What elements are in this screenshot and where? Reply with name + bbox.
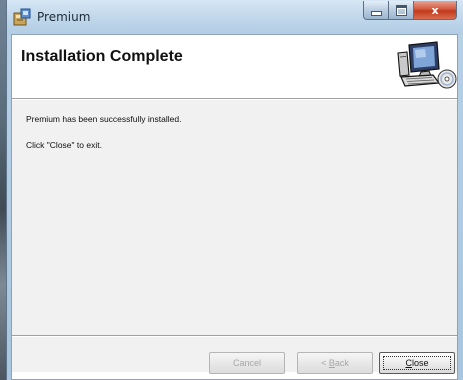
- exit-instruction: Click "Close" to exit.: [26, 140, 102, 150]
- header-band: Installation Complete: [12, 35, 457, 97]
- back-button-prefix: <: [321, 358, 329, 368]
- cancel-button[interactable]: Cancel: [209, 352, 285, 374]
- caption-buttons: x: [363, 1, 457, 21]
- back-button-label: ack: [334, 358, 349, 368]
- footer-divider: [12, 335, 457, 337]
- dialog-body: Premium has been successfully installed.…: [12, 100, 457, 374]
- minimize-icon: [370, 10, 382, 16]
- close-window-button[interactable]: x: [414, 1, 457, 20]
- success-message: Premium has been successfully installed.: [26, 114, 182, 124]
- minimize-button[interactable]: [363, 1, 389, 20]
- page-title: Installation Complete: [21, 48, 183, 65]
- window-title: Premium: [37, 10, 91, 24]
- title-bar[interactable]: Premium x: [7, 0, 463, 34]
- back-button[interactable]: < Back: [297, 352, 373, 374]
- installer-icon[interactable]: [13, 8, 31, 26]
- computer-cd-icon: [397, 41, 457, 89]
- close-button[interactable]: Close: [379, 352, 455, 374]
- focus-ring: [383, 356, 451, 370]
- close-icon: x: [431, 3, 439, 17]
- installer-window: Premium x Installation Complete Premium …: [6, 0, 463, 380]
- dialog-client-area: Installation Complete Premium has been s…: [11, 34, 458, 380]
- maximize-button[interactable]: [389, 1, 414, 20]
- cancel-button-label: Cancel: [232, 358, 261, 368]
- maximize-icon: [395, 4, 407, 16]
